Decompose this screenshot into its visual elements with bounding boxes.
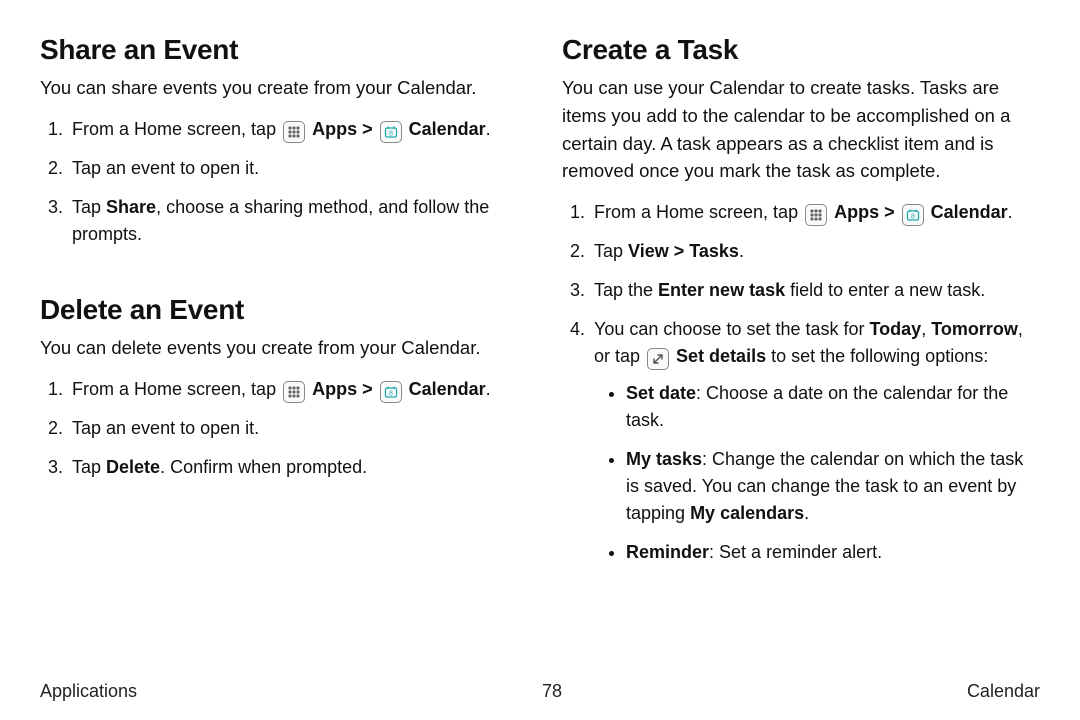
text: You can choose to set the task for bbox=[594, 319, 870, 339]
heading-delete-event: Delete an Event bbox=[40, 294, 518, 326]
right-column: Create a Task You can use your Calendar … bbox=[562, 34, 1040, 654]
text: From a Home screen, tap bbox=[72, 119, 281, 139]
separator: > bbox=[362, 379, 378, 399]
bullet-set-date: Set date: Choose a date on the calendar … bbox=[626, 380, 1040, 434]
bullet-label: Set date bbox=[626, 383, 696, 403]
bold-today: Today bbox=[870, 319, 922, 339]
bold-enter-new-task: Enter new task bbox=[658, 280, 785, 300]
footer-left: Applications bbox=[40, 681, 137, 702]
task-step-4: You can choose to set the task for Today… bbox=[590, 316, 1040, 566]
footer-right: Calendar bbox=[967, 681, 1040, 702]
bullet-my-tasks: My tasks: Change the calendar on which t… bbox=[626, 446, 1040, 527]
intro-create-task: You can use your Calendar to create task… bbox=[562, 74, 1040, 185]
heading-create-task: Create a Task bbox=[562, 34, 1040, 66]
separator: > bbox=[884, 202, 900, 222]
create-task-steps: From a Home screen, tap Apps > 8 Calenda… bbox=[562, 199, 1040, 566]
text: Tap bbox=[72, 457, 106, 477]
apps-label: Apps bbox=[312, 379, 357, 399]
delete-step-2: Tap an event to open it. bbox=[68, 415, 518, 442]
text: Tap the bbox=[594, 280, 658, 300]
task-step-3: Tap the Enter new task field to enter a … bbox=[590, 277, 1040, 304]
delete-step-3: Tap Delete. Confirm when prompted. bbox=[68, 454, 518, 481]
text: From a Home screen, tap bbox=[72, 379, 281, 399]
bullet-label: My tasks bbox=[626, 449, 702, 469]
text: , bbox=[921, 319, 931, 339]
calendar-icon: 8 bbox=[380, 121, 402, 143]
text: From a Home screen, tap bbox=[594, 202, 803, 222]
page-footer: Applications 78 Calendar bbox=[40, 681, 1040, 702]
bold-tomorrow: Tomorrow bbox=[931, 319, 1018, 339]
text: Tap bbox=[72, 197, 106, 217]
share-steps: From a Home screen, tap Apps > 8 Calenda… bbox=[40, 116, 518, 248]
heading-share-event: Share an Event bbox=[40, 34, 518, 66]
task-step-1: From a Home screen, tap Apps > 8 Calenda… bbox=[590, 199, 1040, 226]
document-page: Share an Event You can share events you … bbox=[0, 0, 1080, 720]
bullet-text: . bbox=[804, 503, 809, 523]
text: to set the following options: bbox=[766, 346, 988, 366]
share-step-2: Tap an event to open it. bbox=[68, 155, 518, 182]
apps-icon bbox=[805, 204, 827, 226]
text: . Confirm when prompted. bbox=[160, 457, 367, 477]
expand-icon bbox=[647, 348, 669, 370]
bullet-label: Reminder bbox=[626, 542, 709, 562]
task-step-2: Tap View > Tasks. bbox=[590, 238, 1040, 265]
svg-text:8: 8 bbox=[911, 214, 915, 221]
calendar-icon: 8 bbox=[902, 204, 924, 226]
share-step-3: Tap Share, choose a sharing method, and … bbox=[68, 194, 518, 248]
calendar-label: Calendar bbox=[931, 202, 1008, 222]
share-step-1: From a Home screen, tap Apps > 8 Calenda… bbox=[68, 116, 518, 143]
text: field to enter a new task. bbox=[785, 280, 985, 300]
apps-icon bbox=[283, 121, 305, 143]
left-column: Share an Event You can share events you … bbox=[40, 34, 518, 654]
calendar-icon: 8 bbox=[380, 381, 402, 403]
bold-set-details: Set details bbox=[676, 346, 766, 366]
svg-text:8: 8 bbox=[389, 390, 393, 397]
text: . bbox=[739, 241, 744, 261]
footer-page-number: 78 bbox=[542, 681, 562, 702]
delete-steps: From a Home screen, tap Apps > 8 Calenda… bbox=[40, 376, 518, 481]
apps-label: Apps bbox=[312, 119, 357, 139]
calendar-label: Calendar bbox=[409, 379, 486, 399]
period: . bbox=[486, 379, 491, 399]
bold-my-calendars: My calendars bbox=[690, 503, 804, 523]
period: . bbox=[486, 119, 491, 139]
period: . bbox=[1008, 202, 1013, 222]
intro-share-event: You can share events you create from you… bbox=[40, 74, 518, 102]
task-options-bullets: Set date: Choose a date on the calendar … bbox=[594, 380, 1040, 566]
bullet-reminder: Reminder: Set a reminder alert. bbox=[626, 539, 1040, 566]
bold-view-tasks: View > Tasks bbox=[628, 241, 739, 261]
two-column-layout: Share an Event You can share events you … bbox=[40, 34, 1040, 654]
apps-label: Apps bbox=[834, 202, 879, 222]
bold-share: Share bbox=[106, 197, 156, 217]
bullet-text: : Set a reminder alert. bbox=[709, 542, 882, 562]
svg-text:8: 8 bbox=[389, 130, 393, 137]
text: Tap bbox=[594, 241, 628, 261]
apps-icon bbox=[283, 381, 305, 403]
bold-delete: Delete bbox=[106, 457, 160, 477]
calendar-label: Calendar bbox=[409, 119, 486, 139]
separator: > bbox=[362, 119, 378, 139]
delete-step-1: From a Home screen, tap Apps > 8 Calenda… bbox=[68, 376, 518, 403]
intro-delete-event: You can delete events you create from yo… bbox=[40, 334, 518, 362]
